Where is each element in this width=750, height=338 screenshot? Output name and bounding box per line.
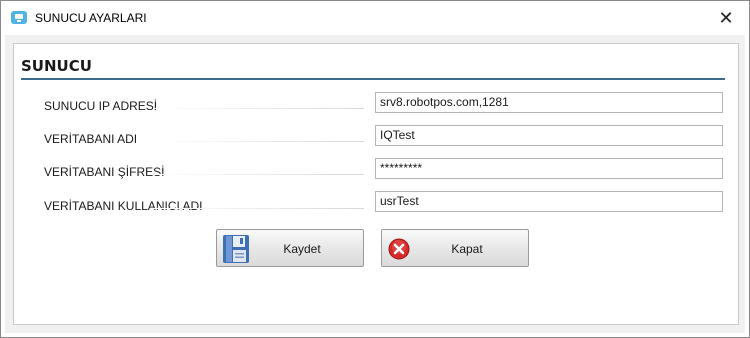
title-bar: SUNUCU AYARLARI ✕ <box>1 1 749 35</box>
window-title: SUNUCU AYARLARI <box>35 11 147 25</box>
server-panel: SUNUCU SUNUCU IP ADRESİ srv8.robotpos.co… <box>13 43 739 325</box>
server-ip-input[interactable]: srv8.robotpos.com,1281 <box>375 92 723 113</box>
monitor-icon <box>11 11 27 24</box>
label-rule <box>154 141 364 142</box>
close-button-label: Kapat <box>451 242 483 256</box>
close-button[interactable]: Kapat <box>381 229 529 267</box>
database-password-input[interactable]: ********* <box>375 158 723 179</box>
database-username-label: VERİTABANI KULLANICI ADI <box>44 199 203 213</box>
section-title: SUNUCU <box>21 57 92 75</box>
monitor-stand <box>17 20 21 22</box>
settings-window: SUNUCU AYARLARI ✕ SUNUCU SUNUCU IP ADRES… <box>0 0 750 338</box>
database-password-label: VERİTABANI ŞİFRESİ <box>44 165 165 179</box>
save-button[interactable]: Kaydet <box>216 229 364 267</box>
client-area: SUNUCU SUNUCU IP ADRESİ srv8.robotpos.co… <box>5 35 745 333</box>
database-name-label: VERİTABANI ADI <box>44 132 138 146</box>
label-rule <box>154 208 364 209</box>
database-username-input[interactable]: usrTest <box>375 191 723 212</box>
section-divider <box>21 78 725 80</box>
close-icon: ✕ <box>718 7 734 29</box>
database-name-input[interactable]: IQTest <box>375 125 723 146</box>
label-rule <box>154 174 364 175</box>
window-close-button[interactable]: ✕ <box>703 1 749 35</box>
server-ip-label: SUNUCU IP ADRESİ <box>44 99 158 113</box>
monitor-screen <box>15 14 23 19</box>
save-button-label: Kaydet <box>283 242 321 256</box>
label-rule <box>154 108 364 109</box>
